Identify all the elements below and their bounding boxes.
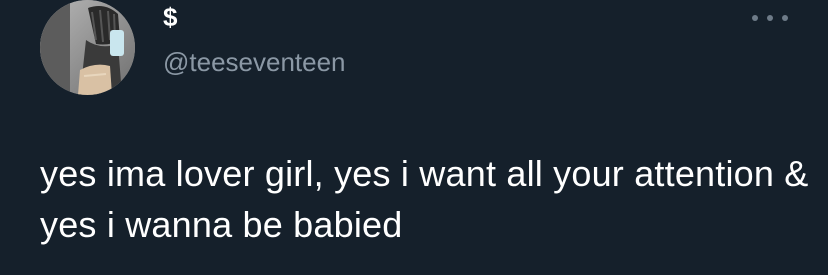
more-dot (782, 15, 788, 21)
display-name[interactable]: $ (163, 2, 177, 32)
tweet: $ @teeseventeen yes ima lover girl, yes … (0, 0, 828, 275)
more-dot (752, 15, 758, 21)
avatar-photo (40, 0, 135, 95)
user-handle[interactable]: @teeseventeen (163, 47, 346, 77)
tweet-text: yes ima lover girl, yes i want all your … (40, 153, 809, 245)
avatar[interactable] (40, 0, 135, 95)
more-horizontal-icon[interactable] (752, 6, 788, 30)
more-dot (767, 15, 773, 21)
